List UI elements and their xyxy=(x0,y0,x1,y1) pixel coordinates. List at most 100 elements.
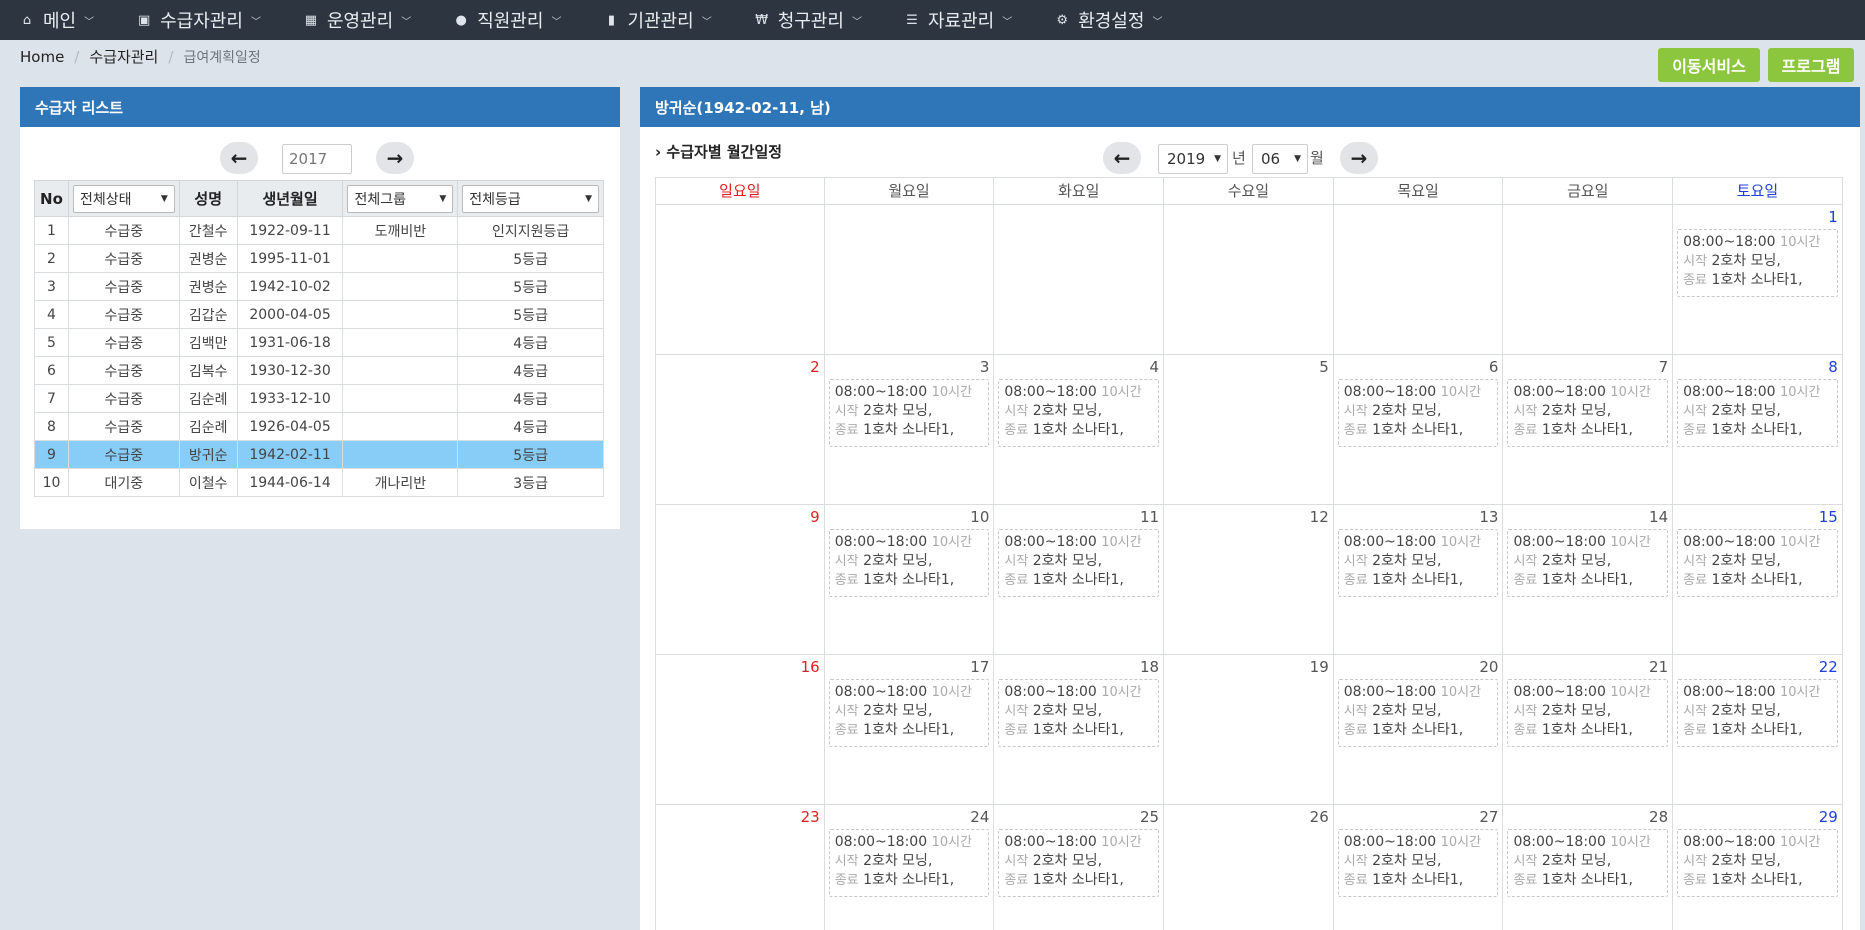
calendar-day-cell[interactable]: 29 08:00~18:00 10시간 시작 2호차 모닝, 종료 1호차 소나타1, xyxy=(1673,805,1843,930)
schedule-event[interactable]: 08:00~18:00 10시간 시작 2호차 모닝, 종료 1호차 소나타1, xyxy=(1677,529,1838,597)
group-filter-select[interactable]: 전체그룹 ▼ xyxy=(347,184,454,213)
nav-item-institution[interactable]: ▮ 기관관리 ﹀ xyxy=(602,7,712,33)
calendar-day-cell[interactable]: 5 xyxy=(1164,355,1334,505)
status-filter-select[interactable]: 전체상태 ▼ xyxy=(72,184,175,213)
calendar-day-cell[interactable]: 17 08:00~18:00 10시간 시작 2호차 모닝, 종료 1호차 소나타1, xyxy=(824,655,995,805)
calendar-day-cell[interactable]: 15 08:00~18:00 10시간 시작 2호차 모닝, 종료 1호차 소나타1, xyxy=(1673,505,1843,655)
event-end-label: 종료 xyxy=(1343,873,1368,888)
schedule-panel: 방귀순(1942-02-11, 남) › 수급자별 월간일정 ← 2019 ▼ 년… xyxy=(640,87,1860,930)
calendar-day-cell[interactable]: 2 xyxy=(655,355,825,505)
day-number: 16 xyxy=(800,658,820,676)
calendar-day-cell[interactable] xyxy=(824,205,995,355)
schedule-event[interactable]: 08:00~18:00 10시간 시작 2호차 모닝, 종료 1호차 소나타1, xyxy=(828,529,990,597)
schedule-event[interactable]: 08:00~18:00 10시간 시작 2호차 모닝, 종료 1호차 소나타1, xyxy=(828,379,990,447)
cell-grade: 3등급 xyxy=(457,468,604,497)
next-year-button[interactable]: → xyxy=(376,142,414,174)
table-row[interactable]: 8 수급중 김순례 1926-04-05 4등급 xyxy=(34,412,604,441)
calendar-day-cell[interactable]: 20 08:00~18:00 10시간 시작 2호차 모닝, 종료 1호차 소나타1, xyxy=(1333,655,1504,805)
calendar-day-cell[interactable]: 6 08:00~18:00 10시간 시작 2호차 모닝, 종료 1호차 소나타1, xyxy=(1333,355,1504,505)
calendar-day-cell[interactable]: 1 08:00~18:00 10시간 시작 2호차 모닝, 종료 1호차 소나타1, xyxy=(1673,205,1843,355)
schedule-event[interactable]: 08:00~18:00 10시간 시작 2호차 모닝, 종료 1호차 소나타1, xyxy=(1507,679,1669,747)
calendar-day-cell[interactable]: 7 08:00~18:00 10시간 시작 2호차 모닝, 종료 1호차 소나타1, xyxy=(1503,355,1674,505)
calendar-day-cell[interactable]: 19 xyxy=(1164,655,1334,805)
calendar-day-cell[interactable] xyxy=(655,205,825,355)
table-row[interactable]: 7 수급중 김순례 1933-12-10 4등급 xyxy=(34,384,604,413)
nav-item-main[interactable]: ⌂ 메인 ﹀ xyxy=(18,7,94,33)
table-row[interactable]: 10 대기중 이철수 1944-06-14 개나리반 3등급 xyxy=(34,468,604,497)
schedule-event[interactable]: 08:00~18:00 10시간 시작 2호차 모닝, 종료 1호차 소나타1, xyxy=(998,679,1160,747)
nav-item-settings[interactable]: ⚙ 환경설정 ﹀ xyxy=(1053,7,1162,33)
calendar-day-cell[interactable]: 26 xyxy=(1164,805,1334,930)
table-row[interactable]: 2 수급중 권병순 1995-11-01 5등급 xyxy=(34,244,604,273)
event-time: 08:00~18:00 xyxy=(1513,384,1606,400)
calendar-day-cell[interactable]: 18 08:00~18:00 10시간 시작 2호차 모닝, 종료 1호차 소나타1, xyxy=(994,655,1165,805)
nav-item-recipients[interactable]: ▣ 수급자관리 ﹀ xyxy=(135,7,261,33)
month-select[interactable]: 06 ▼ xyxy=(1252,144,1308,174)
schedule-event[interactable]: 08:00~18:00 10시간 시작 2호차 모닝, 종료 1호차 소나타1, xyxy=(1507,829,1669,897)
weekday-label: 화요일 xyxy=(994,177,1165,205)
next-month-button[interactable]: → xyxy=(1340,142,1378,174)
table-row[interactable]: 5 수급중 김백만 1931-06-18 4등급 xyxy=(34,328,604,357)
schedule-event[interactable]: 08:00~18:00 10시간 시작 2호차 모닝, 종료 1호차 소나타1, xyxy=(828,829,990,897)
calendar-day-cell[interactable]: 23 xyxy=(655,805,825,930)
table-row[interactable]: 4 수급중 김갑순 2000-04-05 5등급 xyxy=(34,300,604,329)
year-input[interactable]: 2017 xyxy=(282,144,352,174)
calendar-day-cell[interactable]: 28 08:00~18:00 10시간 시작 2호차 모닝, 종료 1호차 소나타1, xyxy=(1503,805,1674,930)
calendar-day-cell[interactable]: 27 08:00~18:00 10시간 시작 2호차 모닝, 종료 1호차 소나타1, xyxy=(1334,805,1504,930)
schedule-event[interactable]: 08:00~18:00 10시간 시작 2호차 모닝, 종료 1호차 소나타1, xyxy=(998,379,1160,447)
calendar-day-cell[interactable]: 21 08:00~18:00 10시간 시작 2호차 모닝, 종료 1호차 소나타1, xyxy=(1503,655,1674,805)
schedule-event[interactable]: 08:00~18:00 10시간 시작 2호차 모닝, 종료 1호차 소나타1, xyxy=(828,679,990,747)
calendar-day-cell[interactable]: 16 xyxy=(655,655,825,805)
schedule-event[interactable]: 08:00~18:00 10시간 시작 2호차 모닝, 종료 1호차 소나타1, xyxy=(1677,229,1838,297)
calendar-day-cell[interactable]: 13 08:00~18:00 10시간 시작 2호차 모닝, 종료 1호차 소나타1, xyxy=(1333,505,1504,655)
nav-item-billing[interactable]: ₩ 청구관리 ﹀ xyxy=(753,7,862,33)
schedule-event[interactable]: 08:00~18:00 10시간 시작 2호차 모닝, 종료 1호차 소나타1, xyxy=(1337,679,1499,747)
schedule-event[interactable]: 08:00~18:00 10시간 시작 2호차 모닝, 종료 1호차 소나타1, xyxy=(998,829,1160,897)
table-row[interactable]: 1 수급중 간철수 1922-09-11 도깨비반 인지지원등급 xyxy=(34,216,604,245)
calendar-day-cell[interactable]: 8 08:00~18:00 10시간 시작 2호차 모닝, 종료 1호차 소나타1, xyxy=(1673,355,1843,505)
schedule-event[interactable]: 08:00~18:00 10시간 시작 2호차 모닝, 종료 1호차 소나타1, xyxy=(998,529,1160,597)
nav-item-operations[interactable]: ▦ 운영관리 ﹀ xyxy=(302,7,411,33)
calendar-day-cell[interactable] xyxy=(994,205,1165,355)
schedule-event[interactable]: 08:00~18:00 10시간 시작 2호차 모닝, 종료 1호차 소나타1, xyxy=(1507,529,1669,597)
calendar-day-cell[interactable]: 10 08:00~18:00 10시간 시작 2호차 모닝, 종료 1호차 소나타1, xyxy=(824,505,995,655)
calendar-day-cell[interactable]: 9 xyxy=(655,505,825,655)
calendar-day-cell[interactable]: 3 08:00~18:00 10시간 시작 2호차 모닝, 종료 1호차 소나타1, xyxy=(824,355,995,505)
event-start-label: 시작 xyxy=(1513,854,1538,869)
year-select[interactable]: 2019 ▼ xyxy=(1158,144,1228,174)
cell-grade: 4등급 xyxy=(457,356,604,385)
breadcrumb-home[interactable]: Home xyxy=(20,48,64,66)
event-end-line: 종료 1호차 소나타1, xyxy=(1004,421,1153,440)
schedule-event[interactable]: 08:00~18:00 10시간 시작 2호차 모닝, 종료 1호차 소나타1, xyxy=(1337,379,1499,447)
event-time-line: 08:00~18:00 10시간 xyxy=(1683,683,1832,702)
table-row[interactable]: 9 수급중 방귀순 1942-02-11 5등급 xyxy=(34,440,604,469)
calendar-day-cell[interactable]: 24 08:00~18:00 10시간 시작 2호차 모닝, 종료 1호차 소나타1, xyxy=(825,805,995,930)
schedule-event[interactable]: 08:00~18:00 10시간 시작 2호차 모닝, 종료 1호차 소나타1, xyxy=(1337,529,1499,597)
mobility-service-button[interactable]: 이동서비스 xyxy=(1658,48,1760,82)
calendar-day-cell[interactable] xyxy=(1164,205,1334,355)
prev-month-button[interactable]: ← xyxy=(1103,142,1141,174)
schedule-event[interactable]: 08:00~18:00 10시간 시작 2호차 모닝, 종료 1호차 소나타1, xyxy=(1677,829,1838,897)
calendar-day-cell[interactable]: 4 08:00~18:00 10시간 시작 2호차 모닝, 종료 1호차 소나타1, xyxy=(994,355,1165,505)
nav-item-staff[interactable]: ● 직원관리 ﹀ xyxy=(452,7,562,33)
schedule-event[interactable]: 08:00~18:00 10시간 시작 2호차 모닝, 종료 1호차 소나타1, xyxy=(1507,379,1669,447)
event-end-line: 종료 1호차 소나타1, xyxy=(1004,721,1153,740)
calendar-day-cell[interactable] xyxy=(1503,205,1674,355)
schedule-event[interactable]: 08:00~18:00 10시간 시작 2호차 모닝, 종료 1호차 소나타1, xyxy=(1337,829,1499,897)
schedule-event[interactable]: 08:00~18:00 10시간 시작 2호차 모닝, 종료 1호차 소나타1, xyxy=(1677,379,1838,447)
calendar-day-cell[interactable]: 22 08:00~18:00 10시간 시작 2호차 모닝, 종료 1호차 소나타1, xyxy=(1673,655,1843,805)
calendar-day-cell[interactable]: 11 08:00~18:00 10시간 시작 2호차 모닝, 종료 1호차 소나타1, xyxy=(994,505,1165,655)
schedule-event[interactable]: 08:00~18:00 10시간 시작 2호차 모닝, 종료 1호차 소나타1, xyxy=(1677,679,1838,747)
prev-year-button[interactable]: ← xyxy=(220,142,258,174)
grade-filter-select[interactable]: 전체등급 ▼ xyxy=(462,184,599,213)
table-row[interactable]: 3 수급중 권병순 1942-10-02 5등급 xyxy=(34,272,604,301)
calendar-day-cell[interactable]: 14 08:00~18:00 10시간 시작 2호차 모닝, 종료 1호차 소나타1, xyxy=(1503,505,1674,655)
event-start-label: 시작 xyxy=(1513,704,1538,719)
calendar-day-cell[interactable]: 12 xyxy=(1164,505,1334,655)
calendar-day-cell[interactable] xyxy=(1333,205,1504,355)
table-row[interactable]: 6 수급중 김복수 1930-12-30 4등급 xyxy=(34,356,604,385)
breadcrumb-section[interactable]: 수급자관리 xyxy=(89,46,158,67)
nav-item-data[interactable]: ☰ 자료관리 ﹀ xyxy=(903,7,1012,33)
program-button[interactable]: 프로그램 xyxy=(1768,48,1854,82)
calendar-day-cell[interactable]: 25 08:00~18:00 10시간 시작 2호차 모닝, 종료 1호차 소나타1, xyxy=(994,805,1165,930)
